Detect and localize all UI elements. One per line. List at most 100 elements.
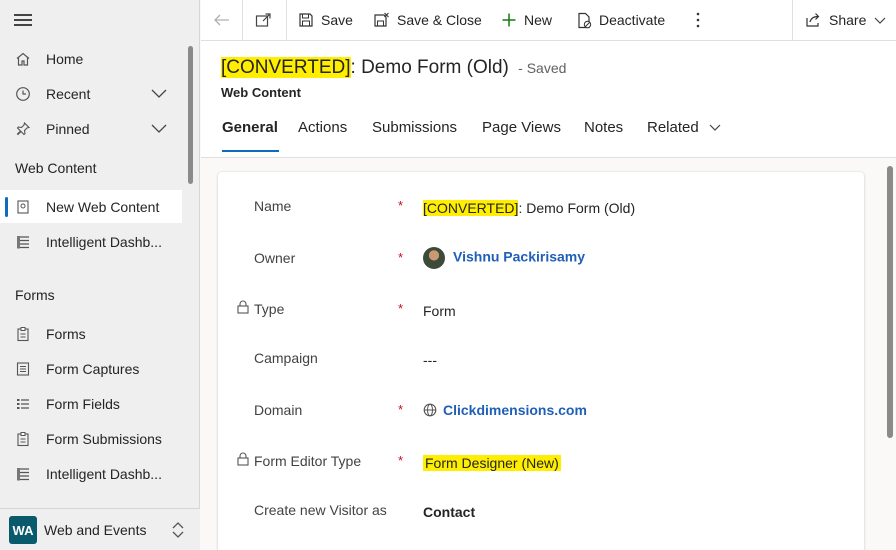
- type-label: Type: [254, 301, 285, 317]
- save-and-close-label: Save & Close: [397, 12, 482, 28]
- create-visitor-label: Create new Visitor as: [254, 502, 387, 518]
- web-page-icon: [14, 198, 32, 216]
- record-header: [CONVERTED]: Demo Form (Old) - Saved Web…: [201, 41, 896, 158]
- avatar: [423, 247, 445, 269]
- main-scrollbar[interactable]: [887, 166, 893, 438]
- sidebar-item-label: Form Fields: [46, 395, 120, 412]
- tab-notes[interactable]: Notes: [584, 119, 623, 136]
- open-in-window-icon: [255, 13, 271, 27]
- chevron-up-down-icon: [172, 522, 184, 538]
- owner-field[interactable]: Vishnu Packirisamy: [423, 247, 585, 269]
- sidebar-item-intelligent-dashboard[interactable]: Intelligent Dashb...: [0, 225, 182, 258]
- more-commands-button[interactable]: [694, 0, 709, 40]
- save-button[interactable]: Save: [298, 0, 353, 40]
- tab-general[interactable]: General: [222, 119, 278, 136]
- share-icon: [806, 13, 820, 27]
- chevron-down-icon[interactable]: [150, 121, 168, 135]
- sidebar-item-recent[interactable]: Recent: [0, 77, 182, 110]
- area-switcher[interactable]: WA Web and Events: [0, 508, 200, 550]
- form-editor-type-value: Form Designer (New): [423, 455, 561, 471]
- save-status: - Saved: [518, 60, 567, 76]
- sidebar-item-label: Form Submissions: [46, 430, 162, 447]
- sidebar-item-pinned[interactable]: Pinned: [0, 112, 182, 145]
- save-and-close-button[interactable]: Save & Close: [373, 0, 482, 40]
- clock-icon: [14, 85, 32, 103]
- command-bar: Save Save & Close New Deactivate Share: [201, 0, 896, 41]
- clipboard-icon: [14, 430, 32, 448]
- name-label: Name: [254, 198, 292, 214]
- required-indicator: *: [398, 250, 404, 265]
- type-value: Form: [423, 303, 456, 319]
- pin-icon: [14, 120, 32, 138]
- tab-actions[interactable]: Actions: [298, 119, 347, 136]
- chevron-down-icon: [874, 17, 886, 24]
- lock-icon: [237, 300, 249, 314]
- sidebar-item-intelligent-dashboard-forms[interactable]: Intelligent Dashb...: [0, 457, 182, 490]
- share-button-label: Share: [829, 12, 867, 28]
- sidebar-item-form-captures[interactable]: Form Captures: [0, 352, 182, 385]
- sidebar-item-form-fields[interactable]: Form Fields: [0, 387, 182, 420]
- required-indicator: *: [398, 453, 404, 468]
- sidebar-item-home[interactable]: Home: [0, 42, 182, 75]
- home-icon: [14, 50, 32, 68]
- section-heading-web-content: Web Content: [15, 160, 97, 176]
- share-button[interactable]: Share: [805, 0, 886, 40]
- plus-icon: [502, 13, 516, 27]
- deactivate-button-label: Deactivate: [599, 12, 666, 28]
- required-indicator: *: [398, 402, 404, 417]
- active-tab-indicator: [222, 150, 279, 152]
- owner-label: Owner: [254, 250, 296, 266]
- sidebar-item-form-submissions[interactable]: Form Submissions: [0, 422, 182, 455]
- list-icon: [14, 360, 32, 378]
- area-label: Web and Events: [44, 521, 147, 538]
- clipboard-icon: [14, 325, 32, 343]
- sidebar-scrollbar[interactable]: [188, 46, 193, 184]
- owner-link[interactable]: Vishnu Packirisamy: [453, 249, 585, 265]
- sidebar-item-label: Forms: [46, 325, 86, 342]
- back-button[interactable]: [213, 0, 238, 40]
- deactivate-button[interactable]: Deactivate: [576, 0, 665, 40]
- tab-related-label: Related: [647, 119, 699, 136]
- sidebar-item-label: Form Captures: [46, 360, 140, 377]
- section-heading-forms: Forms: [15, 287, 55, 303]
- create-visitor-field[interactable]: Contact: [423, 504, 475, 520]
- tab-related[interactable]: Related: [647, 119, 721, 136]
- divider: [792, 0, 793, 40]
- required-indicator: *: [398, 301, 404, 316]
- arrow-left-icon: [214, 14, 229, 26]
- sidebar-item-forms[interactable]: Forms: [0, 317, 182, 350]
- name-value: : Demo Form (Old): [518, 200, 636, 216]
- save-button-label: Save: [321, 12, 353, 28]
- title-text: : Demo Form (Old): [350, 57, 509, 78]
- sidebar-item-label: Recent: [46, 85, 91, 102]
- bullet-list-icon: [14, 395, 32, 413]
- general-section-card: Name * [CONVERTED]: Demo Form (Old) Owne…: [218, 172, 864, 550]
- domain-link[interactable]: Clickdimensions.com: [443, 402, 587, 418]
- tab-submissions[interactable]: Submissions: [372, 119, 457, 136]
- open-in-new-window-button[interactable]: [255, 0, 279, 40]
- name-field[interactable]: [CONVERTED]: Demo Form (Old): [423, 200, 635, 216]
- tab-page-views[interactable]: Page Views: [482, 119, 561, 136]
- record-title: [CONVERTED]: Demo Form (Old) - Saved: [221, 57, 566, 79]
- chevron-down-icon: [709, 124, 721, 131]
- sitemap-sidebar: Home Recent Pinned Web Content New Web C…: [0, 0, 200, 550]
- hamburger-icon[interactable]: [14, 14, 32, 26]
- chevron-down-icon[interactable]: [150, 86, 168, 100]
- sidebar-item-label: New Web Content: [46, 198, 160, 215]
- entity-name: Web Content: [221, 85, 301, 100]
- campaign-field[interactable]: ---: [423, 352, 437, 368]
- globe-icon: [423, 403, 437, 417]
- sidebar-item-label: Home: [46, 50, 84, 67]
- domain-label: Domain: [254, 402, 303, 418]
- campaign-label: Campaign: [254, 350, 318, 366]
- sidebar-item-label: Pinned: [46, 120, 90, 137]
- domain-field[interactable]: Clickdimensions.com: [423, 402, 587, 418]
- new-button-label: New: [524, 12, 553, 28]
- save-icon: [299, 13, 313, 27]
- form-editor-type-label: Form Editor Type: [254, 453, 362, 469]
- new-button[interactable]: New: [501, 0, 552, 40]
- sidebar-item-label: Intelligent Dashb...: [46, 465, 162, 482]
- divider: [286, 0, 287, 40]
- divider: [242, 0, 243, 40]
- sidebar-item-new-web-content[interactable]: New Web Content: [0, 190, 182, 223]
